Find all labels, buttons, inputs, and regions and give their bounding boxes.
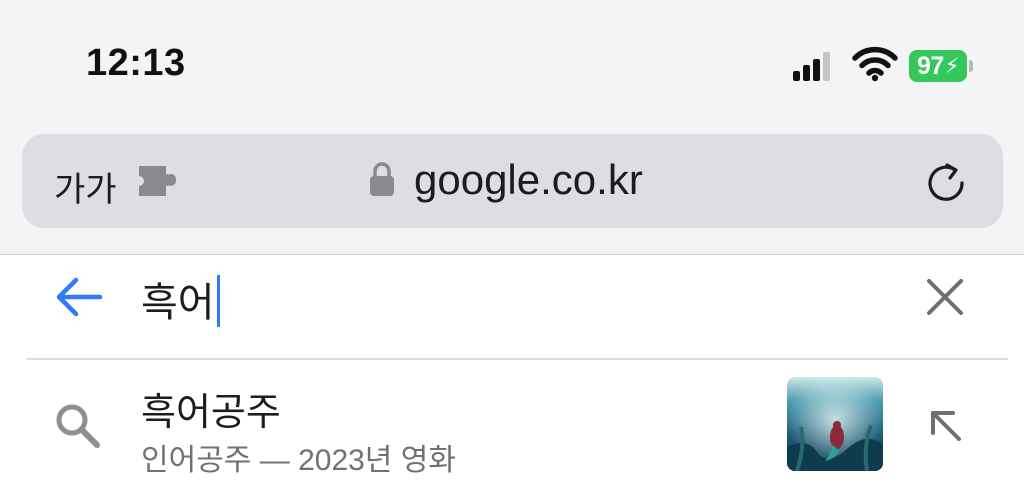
- back-arrow-icon[interactable]: [54, 274, 104, 320]
- text-size-button[interactable]: 가가: [54, 162, 117, 211]
- address-bar[interactable]: 가가 google.co.kr: [22, 134, 1003, 228]
- wifi-icon: [852, 46, 898, 82]
- reload-icon[interactable]: [924, 161, 968, 205]
- search-query-text: 흑어: [141, 281, 215, 325]
- battery-tip: [969, 60, 973, 72]
- movie-poster-thumbnail: [787, 377, 883, 471]
- suggestion-item[interactable]: 흑어공주 인어공주 — 2023년 영화: [0, 361, 1024, 491]
- cellular-signal-icon: [793, 52, 830, 81]
- puzzle-piece-icon[interactable]: [136, 163, 180, 199]
- suggestion-title: 흑어공주: [141, 392, 281, 434]
- suggestion-subtitle: 인어공주 — 2023년 영화: [141, 444, 456, 477]
- battery-body: 97 ⚡: [909, 50, 967, 82]
- battery-percent: 97: [916, 51, 944, 80]
- browser-top-chrome: 12:13 97 ⚡ 가가 google.co.kr: [0, 0, 1024, 255]
- lock-icon: [370, 162, 394, 196]
- search-icon: [56, 404, 100, 448]
- charging-bolt-icon: ⚡: [944, 54, 960, 78]
- search-input[interactable]: 흑어: [141, 270, 220, 331]
- arrow-up-left-icon[interactable]: [925, 405, 965, 445]
- battery-indicator: 97 ⚡: [909, 50, 973, 82]
- url-text[interactable]: google.co.kr: [414, 156, 643, 204]
- text-caret: [216, 275, 220, 328]
- close-icon[interactable]: [924, 276, 966, 318]
- status-time: 12:13: [86, 42, 186, 84]
- divider: [26, 358, 1008, 360]
